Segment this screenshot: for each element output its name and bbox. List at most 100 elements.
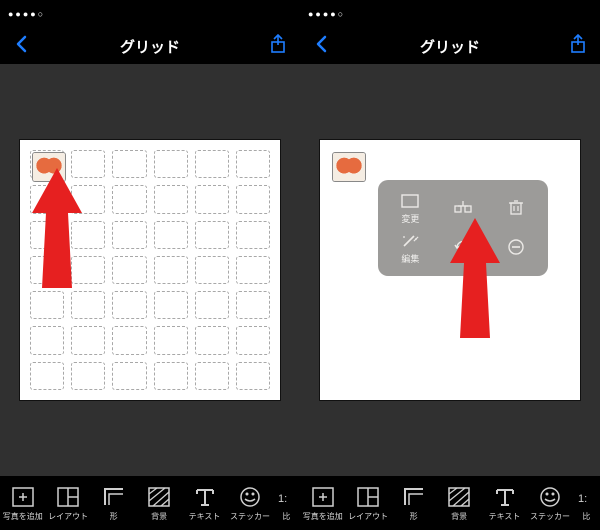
grid-cell[interactable] <box>195 362 229 390</box>
grid-cell[interactable] <box>195 256 229 284</box>
grid-cell[interactable] <box>71 150 105 178</box>
grid-cell[interactable] <box>154 185 188 213</box>
grid-canvas[interactable] <box>20 140 280 400</box>
grid-cell[interactable] <box>236 150 270 178</box>
background-icon <box>146 485 172 509</box>
grid-cell[interactable] <box>236 362 270 390</box>
wand-icon <box>399 232 421 250</box>
canvas-stage: 変更 編集 <box>300 64 600 476</box>
canvas-stage <box>0 64 300 476</box>
tool-label: 写真を追加 <box>3 511 43 522</box>
grid-cell[interactable] <box>30 185 64 213</box>
sticker-icon <box>237 485 263 509</box>
grid-cell[interactable] <box>71 185 105 213</box>
tool-layout[interactable]: レイアウト <box>45 476 90 530</box>
grid-cell[interactable] <box>112 256 146 284</box>
popup-edit[interactable]: 編集 <box>386 230 435 266</box>
tool-layout[interactable]: レイアウト <box>345 476 390 530</box>
popup-remove[interactable] <box>491 230 540 266</box>
grid-cell[interactable] <box>112 362 146 390</box>
nav-bar: グリッド <box>300 28 600 64</box>
grid-cell[interactable] <box>154 326 188 354</box>
grid-cell[interactable] <box>195 291 229 319</box>
signal-icon: ●●●●○ <box>308 9 345 19</box>
bottom-toolbar: 写真を追加 レイアウト 形 背景 テキスト ステッカー <box>0 476 300 530</box>
tool-shape[interactable]: 形 <box>391 476 436 530</box>
grid-cell[interactable] <box>195 185 229 213</box>
grid-cell[interactable] <box>71 256 105 284</box>
grid-cell[interactable] <box>112 221 146 249</box>
grid-cell[interactable] <box>71 362 105 390</box>
shape-icon <box>101 485 127 509</box>
grid-cell[interactable] <box>154 362 188 390</box>
grid-cell[interactable] <box>236 326 270 354</box>
grid-cell[interactable] <box>195 150 229 178</box>
signal-icon: ●●●●○ <box>8 9 45 19</box>
grid-cell[interactable] <box>112 291 146 319</box>
grid-cell[interactable] <box>30 256 64 284</box>
photo-thumbnail[interactable] <box>333 153 365 181</box>
grid-cell[interactable] <box>154 256 188 284</box>
grid-cell[interactable] <box>112 326 146 354</box>
tool-shape[interactable]: 形 <box>91 476 136 530</box>
tool-ratio[interactable]: 1: 比 <box>573 476 600 530</box>
tool-sticker[interactable]: ステッカー <box>527 476 572 530</box>
change-icon <box>399 192 421 210</box>
minus-icon <box>505 238 527 256</box>
grid-cell[interactable] <box>236 256 270 284</box>
photo-thumbnail[interactable] <box>33 153 65 181</box>
status-bar: ●●●●○ <box>300 0 600 28</box>
popup-change[interactable]: 変更 <box>386 190 435 226</box>
popup-delete[interactable] <box>491 190 540 226</box>
layout-icon <box>55 485 81 509</box>
grid-cell[interactable] <box>30 326 64 354</box>
status-bar: ●●●●○ <box>0 0 300 28</box>
tool-sticker[interactable]: ステッカー <box>227 476 272 530</box>
share-button[interactable] <box>564 34 592 59</box>
add-photo-icon <box>310 485 336 509</box>
popup-grid[interactable] <box>439 190 488 226</box>
grid-cell[interactable] <box>195 221 229 249</box>
page-title: グリッド <box>300 36 600 57</box>
share-button[interactable] <box>264 34 292 59</box>
grid-cell[interactable] <box>112 150 146 178</box>
background-icon <box>446 485 472 509</box>
text-icon <box>192 485 218 509</box>
trash-icon <box>505 198 527 216</box>
grid-cell[interactable] <box>30 362 64 390</box>
grid-cell[interactable] <box>71 326 105 354</box>
grid-cell[interactable] <box>30 291 64 319</box>
grid-cell[interactable] <box>71 291 105 319</box>
tool-label: 比 <box>582 511 590 522</box>
tool-text[interactable]: テキスト <box>482 476 527 530</box>
page-title: グリッド <box>0 36 300 57</box>
tool-text[interactable]: テキスト <box>182 476 227 530</box>
grid-cell[interactable] <box>236 291 270 319</box>
back-button[interactable] <box>8 35 36 58</box>
grid-cell[interactable] <box>154 221 188 249</box>
grid-canvas[interactable]: 変更 編集 <box>320 140 580 400</box>
grid-cell[interactable] <box>154 150 188 178</box>
grid-cell[interactable] <box>236 221 270 249</box>
tool-label: レイアウト <box>348 511 388 522</box>
tool-background[interactable]: 背景 <box>436 476 481 530</box>
grid-cell[interactable] <box>112 185 146 213</box>
tool-ratio[interactable]: 1: 比 <box>273 476 300 530</box>
grid-cell[interactable] <box>195 326 229 354</box>
svg-text:1:: 1: <box>278 493 287 505</box>
ratio-icon: 1: <box>573 485 599 509</box>
grid-cell[interactable] <box>236 185 270 213</box>
grid-cell[interactable] <box>71 221 105 249</box>
grid-cell[interactable] <box>30 221 64 249</box>
tool-label: 背景 <box>451 511 467 522</box>
back-button[interactable] <box>308 35 336 58</box>
tool-add-photo[interactable]: 写真を追加 <box>0 476 45 530</box>
grid-cell[interactable] <box>154 291 188 319</box>
tool-add-photo[interactable]: 写真を追加 <box>300 476 345 530</box>
popup-rotate[interactable] <box>439 230 488 266</box>
context-popup: 変更 編集 <box>378 180 548 276</box>
tool-label: 比 <box>282 511 290 522</box>
bottom-toolbar: 写真を追加 レイアウト 形 背景 テキスト ステッカー <box>300 476 600 530</box>
tool-background[interactable]: 背景 <box>136 476 181 530</box>
grid-icon <box>452 198 474 216</box>
